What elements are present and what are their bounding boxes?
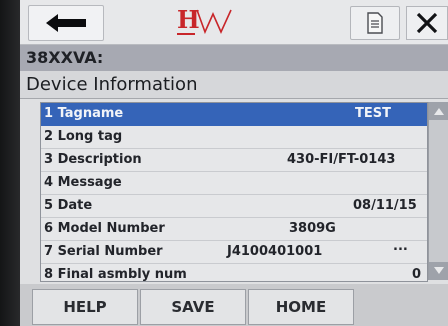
handheld-screen: H 38XXVA: Device Information 1 Tagname T… (20, 0, 448, 326)
bottom-toolbar: HELP SAVE HOME (20, 284, 448, 326)
top-toolbar: H (20, 0, 448, 45)
list-scrollbar[interactable] (428, 102, 448, 280)
list-item-model-number[interactable]: 6 Model Number 3809G (41, 218, 427, 241)
list-item-message[interactable]: 4 Message (41, 172, 427, 195)
list-item-final-asmbly-num[interactable]: 8 Final asmbly num 0 (41, 264, 427, 286)
help-button[interactable]: HELP (32, 289, 138, 325)
device-info-list: 1 Tagname TEST 2 Long tag 3 Description … (40, 102, 428, 282)
item-label: 4 Message (44, 175, 122, 190)
device-bezel (0, 0, 22, 326)
item-value: 3809G (289, 221, 336, 236)
document-button[interactable] (350, 6, 400, 40)
item-label: 2 Long tag (44, 129, 123, 144)
item-value: J4100401001 (227, 244, 323, 259)
brand-logo: H (175, 4, 245, 38)
close-icon (416, 12, 438, 34)
list-item-description[interactable]: 3 Description 430-FI/FT-0143 (41, 149, 427, 172)
item-label: 6 Model Number (44, 221, 165, 236)
close-button[interactable] (406, 6, 448, 40)
item-value: TEST (355, 106, 391, 121)
save-button[interactable]: SAVE (140, 289, 246, 325)
item-more: ... (393, 239, 408, 254)
list-item-long-tag[interactable]: 2 Long tag (41, 126, 427, 149)
item-label: 3 Description (44, 152, 142, 167)
svg-text:H: H (177, 5, 200, 34)
chevron-down-icon (434, 267, 444, 274)
chevron-up-icon (434, 108, 444, 115)
item-value: 08/11/15 (353, 198, 417, 213)
item-value: 430-FI/FT-0143 (287, 152, 396, 167)
item-label: 8 Final asmbly num (44, 267, 187, 282)
scroll-up-button[interactable] (429, 102, 448, 120)
list-item-date[interactable]: 5 Date 08/11/15 (41, 195, 427, 218)
device-name: 38XXVA: (26, 48, 104, 67)
home-button[interactable]: HOME (248, 289, 354, 325)
scroll-down-button[interactable] (429, 262, 448, 280)
page-header: Device Information (20, 71, 448, 99)
device-header: 38XXVA: (20, 45, 448, 71)
item-value: 0 (412, 267, 422, 282)
page-title: Device Information (26, 74, 198, 95)
item-label: 7 Serial Number (44, 244, 163, 259)
list-item-serial-number[interactable]: 7 Serial Number J4100401001 ... (41, 239, 427, 264)
back-button[interactable] (28, 5, 104, 41)
item-label: 5 Date (44, 198, 93, 213)
item-label: 1 Tagname (44, 106, 124, 121)
document-icon (367, 12, 383, 34)
arrow-left-icon (46, 14, 86, 32)
list-item-tagname[interactable]: 1 Tagname TEST (41, 103, 427, 126)
